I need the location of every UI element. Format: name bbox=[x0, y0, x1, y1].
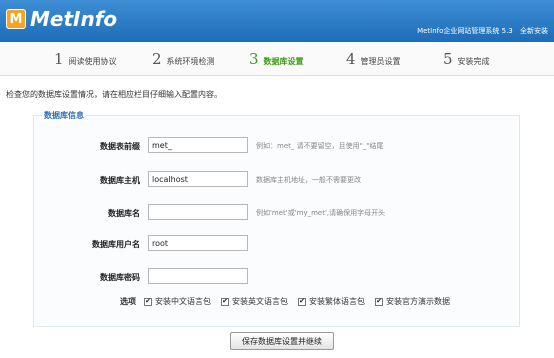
db-password-input[interactable] bbox=[148, 268, 248, 284]
options-label: 选项 bbox=[120, 297, 136, 306]
table-prefix-input[interactable]: met_ bbox=[148, 137, 248, 153]
option-chinese[interactable]: ✔ 安装中文语言包 bbox=[144, 296, 211, 307]
install-steps: 1 阅读使用协议 2 系统环境检测 3 数据库设置 4 管理员设置 5 安装完成 bbox=[0, 42, 554, 76]
option-english[interactable]: ✔ 安装英文语言包 bbox=[221, 296, 288, 307]
option-label: 安装中文语言包 bbox=[155, 297, 211, 306]
step-5: 5 安装完成 bbox=[443, 50, 490, 68]
metinfo-logo: M MetInfo bbox=[6, 7, 118, 31]
option-label: 安装英文语言包 bbox=[232, 297, 288, 306]
intro-text: 检查您的数据库设置情况，请在相应栏目仔细输入配置内容。 bbox=[6, 90, 222, 99]
save-continue-button[interactable]: 保存数据库设置并继续 bbox=[230, 332, 334, 350]
option-traditional[interactable]: ✔ 安装繁体语言包 bbox=[298, 296, 365, 307]
prefix-label: 数据表前缀 bbox=[100, 142, 140, 151]
password-label: 数据库密码 bbox=[100, 273, 140, 282]
step-number: 4 bbox=[346, 50, 356, 68]
step-1: 1 阅读使用协议 bbox=[54, 50, 117, 68]
step-label: 管理员设置 bbox=[360, 57, 401, 66]
user-label: 数据库用户名 bbox=[92, 240, 140, 249]
prefix-hint: 例如：met_ 请不要留空，且使用"_"结尾 bbox=[256, 142, 384, 150]
db-name-input[interactable] bbox=[148, 204, 248, 220]
checkbox-checked-icon[interactable]: ✔ bbox=[144, 297, 152, 306]
step-number: 3 bbox=[249, 50, 259, 68]
step-number: 5 bbox=[443, 50, 453, 68]
step-number: 2 bbox=[152, 50, 162, 68]
install-options: 选项 ✔ 安装中文语言包 ✔ 安装英文语言包 ✔ 安装繁体语言包 ✔ 安装官方演… bbox=[120, 296, 460, 307]
step-4: 4 管理员设置 bbox=[346, 50, 401, 68]
host-hint: 数据库主机地址，一般不需要更改 bbox=[256, 176, 361, 184]
step-label: 阅读使用协议 bbox=[68, 57, 117, 66]
header-info: MetInfo企业网站管理系统 5.3 全新安装 bbox=[412, 26, 548, 36]
system-name: MetInfo企业网站管理系统 5.3 bbox=[417, 27, 513, 35]
host-label: 数据库主机 bbox=[100, 176, 140, 185]
step-label: 数据库设置 bbox=[263, 57, 304, 66]
db-user-input[interactable]: root bbox=[148, 235, 248, 251]
checkbox-checked-icon[interactable]: ✔ bbox=[221, 297, 229, 306]
checkbox-checked-icon[interactable]: ✔ bbox=[375, 297, 383, 306]
install-mode: 全新安装 bbox=[520, 27, 548, 35]
dbname-hint: 例如'met'或'my_met',请确保用字母开头 bbox=[256, 209, 386, 217]
dbname-label: 数据库名 bbox=[108, 209, 140, 218]
step-2: 2 系统环境检测 bbox=[152, 50, 215, 68]
step-label: 系统环境检测 bbox=[166, 57, 215, 66]
app-header: M MetInfo MetInfo企业网站管理系统 5.3 全新安装 bbox=[0, 0, 554, 42]
logo-badge-icon: M bbox=[6, 9, 26, 29]
panel-title: 数据库信息 bbox=[42, 110, 86, 121]
logo-text: MetInfo bbox=[30, 7, 118, 31]
option-demo-data[interactable]: ✔ 安装官方演示数据 bbox=[375, 296, 450, 307]
step-3: 3 数据库设置 bbox=[249, 50, 304, 68]
step-number: 1 bbox=[54, 50, 64, 68]
option-label: 安装繁体语言包 bbox=[309, 297, 365, 306]
checkbox-checked-icon[interactable]: ✔ bbox=[298, 297, 306, 306]
step-label: 安装完成 bbox=[457, 57, 490, 66]
option-label: 安装官方演示数据 bbox=[386, 297, 450, 306]
db-host-input[interactable]: localhost bbox=[148, 171, 248, 187]
